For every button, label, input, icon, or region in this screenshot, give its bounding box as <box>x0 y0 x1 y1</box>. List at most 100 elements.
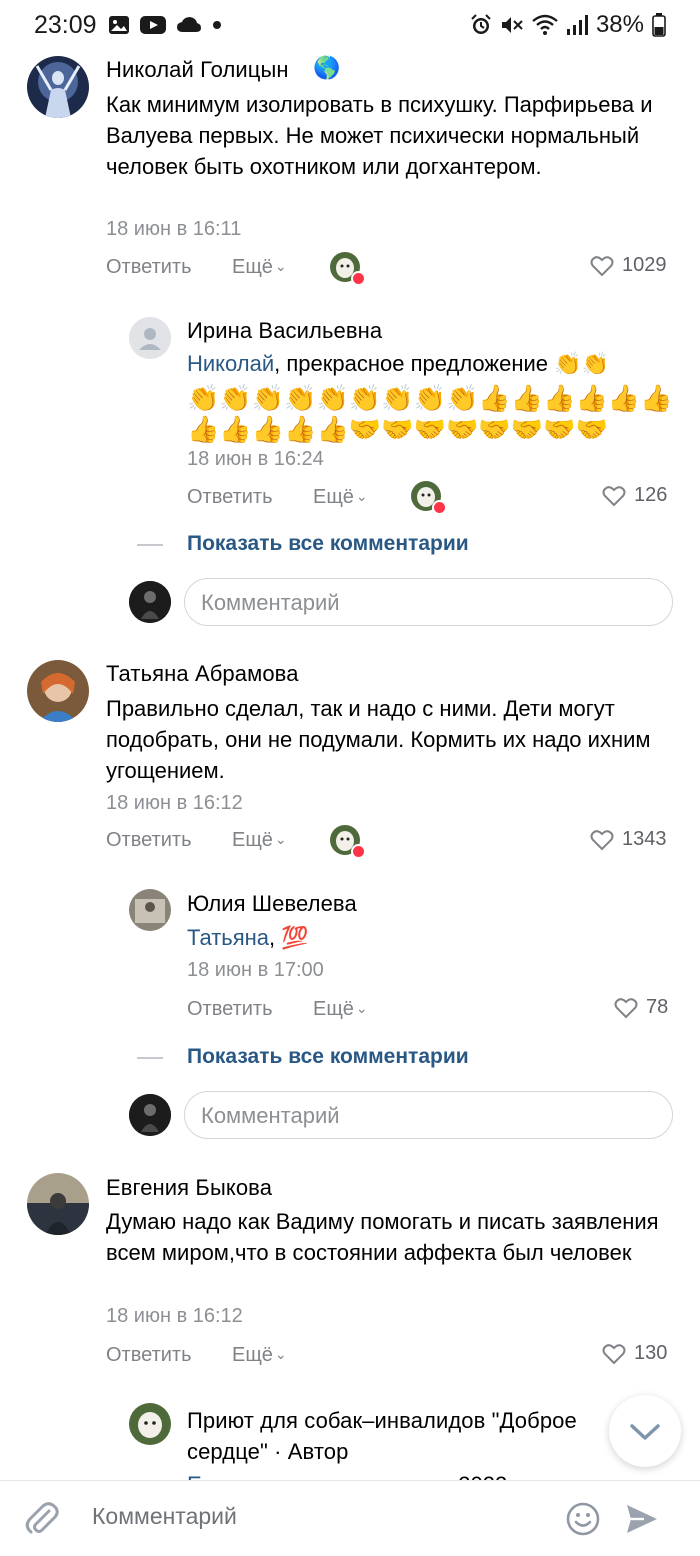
more-label: Ещё <box>313 998 354 1020</box>
divider-dash <box>137 544 163 546</box>
comment-input-placeholder: Комментарий <box>201 590 340 615</box>
comment-text: Татьяна, 💯 <box>187 922 677 953</box>
reply-text: , 💯 <box>269 925 309 950</box>
comments-feed[interactable]: Николай Голицын 🌎 Как минимум изолироват… <box>0 50 700 1480</box>
reply-button[interactable]: Ответить <box>106 829 192 852</box>
like-button[interactable]: 1029 <box>590 254 667 277</box>
like-button[interactable]: 1343 <box>590 828 667 851</box>
reply-button[interactable]: Ответить <box>106 1344 192 1367</box>
more-label: Ещё <box>232 1344 273 1366</box>
more-button[interactable]: Ещё ⌄ <box>232 829 287 852</box>
comment-author[interactable]: Татьяна Абрамова <box>106 661 299 687</box>
more-label: Ещё <box>232 256 273 278</box>
like-count: 126 <box>634 484 668 506</box>
like-count: 130 <box>634 1342 668 1364</box>
youtube-icon <box>140 16 166 34</box>
comment-time[interactable]: 18 июн в 16:11 <box>106 218 241 241</box>
alarm-icon <box>471 14 491 34</box>
heart-badge-icon <box>351 271 366 286</box>
paperclip-icon[interactable] <box>22 1499 62 1539</box>
compose-input-placeholder[interactable]: Комментарий <box>92 1503 237 1530</box>
chevron-down-icon: ⌄ <box>355 1000 368 1016</box>
comment-input-placeholder: Комментарий <box>201 1103 340 1128</box>
reply-button[interactable]: Ответить <box>187 998 273 1021</box>
heart-icon <box>614 997 638 1018</box>
avatar[interactable] <box>27 660 89 722</box>
comment-text: Правильно сделал, так и надо с ними. Дет… <box>106 696 651 783</box>
comment-author[interactable]: Николай Голицын <box>106 57 289 83</box>
heart-icon <box>590 255 614 276</box>
comment-text: Думаю надо как Вадиму помогать и писать … <box>106 1209 659 1265</box>
avatar[interactable] <box>129 317 171 359</box>
chevron-down-icon <box>630 1424 660 1440</box>
like-count: 1029 <box>622 254 667 276</box>
my-avatar <box>129 1094 171 1136</box>
more-button[interactable]: Ещё ⌄ <box>232 256 287 279</box>
chevron-down-icon: ⌄ <box>274 258 287 274</box>
cloud-icon <box>177 17 201 32</box>
comment-input[interactable]: Комментарий <box>184 578 673 626</box>
smile-icon[interactable] <box>565 1501 601 1537</box>
more-button[interactable]: Ещё ⌄ <box>232 1344 287 1367</box>
comment-compose-bar[interactable]: Комментарий <box>0 1480 700 1556</box>
liker-avatar[interactable] <box>330 825 366 859</box>
divider-dash <box>137 1057 163 1059</box>
globe-badge-icon: 🌎 <box>313 55 341 80</box>
like-button[interactable]: 78 <box>614 996 668 1019</box>
scroll-down-button[interactable] <box>609 1395 681 1467</box>
avatar[interactable] <box>129 1403 171 1445</box>
signal-icon <box>566 15 588 35</box>
send-icon[interactable] <box>624 1501 660 1537</box>
heart-icon <box>602 485 626 506</box>
chevron-down-icon: ⌄ <box>355 488 368 504</box>
status-time: 23:09 <box>34 11 97 39</box>
liker-avatar[interactable] <box>411 481 447 515</box>
comment-text: Как минимум изолировать в психушку. Парф… <box>106 92 653 179</box>
status-bar: 23:09 38% <box>0 0 700 50</box>
reply-text: , прекрасное предложение 👏👏 <box>274 351 609 376</box>
comment-author[interactable]: Приют для собак–инвалидов "Доброе сердце… <box>187 1405 622 1467</box>
more-button[interactable]: Ещё ⌄ <box>313 998 368 1021</box>
wifi-icon <box>532 14 558 35</box>
emoji-line: 👏👏👏👏👏👏👏👏👏👍👍👍👍👍👍 <box>187 383 673 413</box>
like-button[interactable]: 130 <box>602 1342 667 1365</box>
chevron-down-icon: ⌄ <box>274 1346 287 1362</box>
comment-input[interactable]: Комментарий <box>184 1091 673 1139</box>
comment-author[interactable]: Юлия Шевелева <box>187 891 357 917</box>
gallery-icon <box>109 16 129 34</box>
more-label: Ещё <box>232 829 273 851</box>
comment-time[interactable]: 18 июн в 17:00 <box>187 959 324 982</box>
comment-text: Николай, прекрасное предложение 👏👏 <box>187 348 677 379</box>
more-button[interactable]: Ещё ⌄ <box>313 486 368 509</box>
comment-author[interactable]: Ирина Васильевна <box>187 318 382 344</box>
reply-button[interactable]: Ответить <box>106 256 192 279</box>
avatar[interactable] <box>129 889 171 931</box>
liker-avatar[interactable] <box>330 252 366 286</box>
reply-button[interactable]: Ответить <box>187 486 273 509</box>
heart-badge-icon <box>432 500 447 515</box>
dot-icon <box>213 21 221 29</box>
heart-icon <box>590 829 614 850</box>
heart-icon <box>602 1343 626 1364</box>
mention-link[interactable]: Татьяна <box>187 925 269 950</box>
more-label: Ещё <box>313 486 354 508</box>
comment-author[interactable]: Евгения Быкова <box>106 1175 272 1201</box>
mention-link[interactable]: Евгения <box>187 1472 270 1480</box>
mute-icon <box>501 17 523 33</box>
like-button[interactable]: 126 <box>602 484 667 507</box>
battery-icon <box>652 13 666 37</box>
like-count: 78 <box>646 996 669 1018</box>
comment-time[interactable]: 18 июн в 16:24 <box>187 448 324 471</box>
emoji-line: 👍👍👍👍👍🤝🤝🤝🤝🤝🤝🤝🤝 <box>187 414 608 444</box>
like-count: 1343 <box>622 828 667 850</box>
my-avatar <box>129 581 171 623</box>
show-all-comments-link[interactable]: Показать все комментарии <box>187 1045 469 1069</box>
show-all-comments-link[interactable]: Показать все комментарии <box>187 532 469 556</box>
comment-time[interactable]: 18 июн в 16:12 <box>106 792 243 815</box>
comment-time[interactable]: 18 июн в 16:12 <box>106 1305 243 1328</box>
avatar[interactable] <box>27 1173 89 1235</box>
avatar[interactable] <box>27 56 89 118</box>
heart-badge-icon <box>351 844 366 859</box>
mention-link[interactable]: Николай <box>187 351 274 376</box>
battery-percent: 38% <box>595 11 644 38</box>
